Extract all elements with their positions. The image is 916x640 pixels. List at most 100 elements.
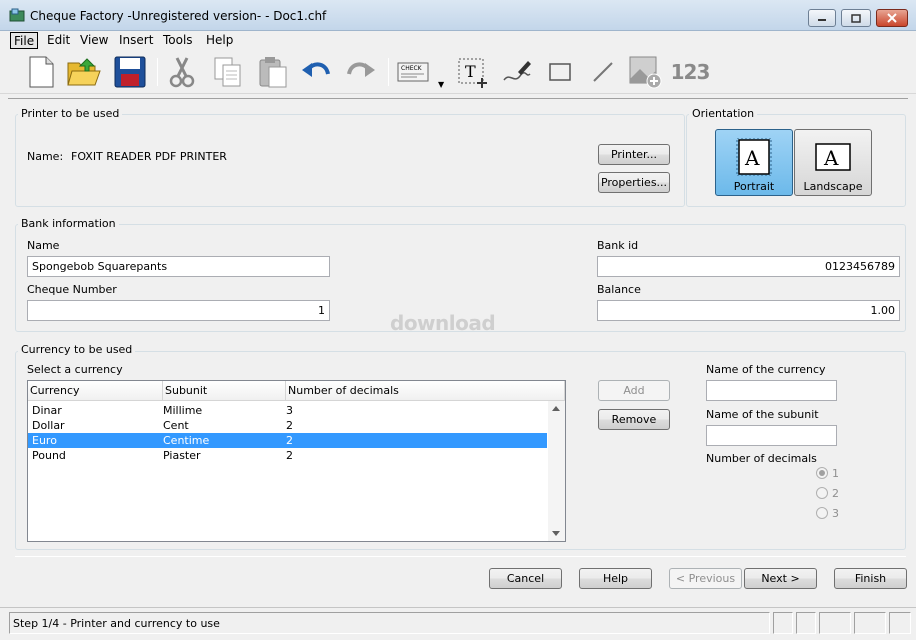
help-button[interactable]: Help: [579, 568, 652, 589]
currency-cell-subunit: Millime: [163, 404, 203, 417]
open-button[interactable]: [66, 54, 102, 90]
portrait-icon: A: [736, 138, 772, 176]
number-icon: 123: [670, 60, 711, 84]
cancel-button[interactable]: Cancel: [489, 568, 562, 589]
column-decimals[interactable]: Number of decimals: [286, 381, 565, 401]
bank-id-label: Bank id: [597, 239, 639, 252]
currency-cell-subunit: Piaster: [163, 449, 201, 462]
decimals-radio-2[interactable]: [816, 487, 828, 499]
status-pane: [854, 612, 886, 634]
bank-id-field[interactable]: 0123456789: [597, 256, 900, 277]
undo-button[interactable]: [298, 54, 334, 90]
currency-cell-currency: Dinar: [32, 404, 62, 417]
currency-cell-currency: Dollar: [32, 419, 65, 432]
currency-row[interactable]: Euro Centime 2: [28, 433, 547, 448]
number-button[interactable]: 123: [670, 54, 711, 90]
decimals-radio-3-label: 3: [832, 507, 839, 520]
printer-name-label: Name:: [27, 150, 64, 163]
paste-icon: [259, 57, 287, 88]
menu-file[interactable]: File: [10, 32, 39, 49]
column-currency[interactable]: Currency: [28, 381, 163, 401]
currency-list-body: Dinar Millime 3 Dollar Cent 2 Euro Centime 2 Poun…: [28, 403, 547, 463]
currency-cell-decimals: 2: [286, 419, 293, 432]
cheque-button[interactable]: CHECK: [396, 54, 432, 90]
rectangle-icon: [549, 63, 571, 81]
decimals-radio-1[interactable]: [816, 467, 828, 479]
signature-button[interactable]: [498, 54, 534, 90]
redo-button[interactable]: [343, 54, 379, 90]
portrait-button[interactable]: A Portrait: [715, 129, 793, 196]
printer-group-label: Printer to be used: [18, 107, 123, 120]
new-button[interactable]: [23, 54, 59, 90]
menu-insert[interactable]: Insert: [116, 32, 156, 49]
bank-group-label: Bank information: [18, 217, 119, 230]
scroll-down-icon[interactable]: [552, 531, 560, 536]
menu-help[interactable]: Help: [203, 32, 236, 49]
currency-row[interactable]: Dollar Cent 2: [28, 418, 547, 433]
minimize-icon: [818, 19, 826, 21]
new-icon: [29, 56, 54, 88]
decimals-label: Number of decimals: [706, 452, 817, 465]
image-button[interactable]: [627, 54, 663, 90]
cut-button[interactable]: [164, 54, 200, 90]
landscape-button[interactable]: A Landscape: [794, 129, 872, 196]
next-button[interactable]: Next >: [744, 568, 817, 589]
copy-button[interactable]: [210, 54, 246, 90]
minimize-button[interactable]: [808, 9, 836, 27]
line-button[interactable]: [585, 54, 621, 90]
balance-field[interactable]: 1.00: [597, 300, 900, 321]
line-icon: [593, 62, 613, 82]
select-currency-label: Select a currency: [27, 363, 123, 376]
text-tool-button[interactable]: T: [455, 54, 491, 90]
finish-button[interactable]: Finish: [834, 568, 907, 589]
menu-edit[interactable]: Edit: [44, 32, 73, 49]
cheque-dropdown-icon[interactable]: ▼: [438, 80, 444, 89]
printer-name-value: FOXIT READER PDF PRINTER: [71, 150, 227, 163]
paste-button[interactable]: [255, 54, 291, 90]
balance-label: Balance: [597, 283, 641, 296]
maximize-button[interactable]: [841, 9, 871, 27]
toolbar: CHECK ▼ T 123: [0, 50, 916, 94]
close-button[interactable]: [876, 9, 908, 27]
menu-view[interactable]: View: [77, 32, 111, 49]
subunit-name-field[interactable]: [706, 425, 837, 446]
status-pane: [773, 612, 793, 634]
remove-currency-button[interactable]: Remove: [598, 409, 670, 430]
currency-cell-decimals: 3: [286, 404, 293, 417]
bank-name-label: Name: [27, 239, 60, 252]
status-pane: [819, 612, 851, 634]
currency-cell-subunit: Centime: [163, 434, 210, 447]
window-title: Cheque Factory -Unregistered version- - …: [30, 9, 327, 23]
redo-icon: [347, 62, 375, 77]
currency-list[interactable]: Currency Subunit Number of decimals Dina…: [27, 380, 566, 542]
decimals-radio-3[interactable]: [816, 507, 828, 519]
currency-row[interactable]: Pound Piaster 2: [28, 448, 547, 463]
open-icon: [67, 58, 101, 86]
currency-cell-currency: Pound: [32, 449, 66, 462]
rectangle-button[interactable]: [542, 54, 578, 90]
scroll-up-icon[interactable]: [552, 406, 560, 411]
column-subunit[interactable]: Subunit: [163, 381, 286, 401]
decimals-radio-2-label: 2: [832, 487, 839, 500]
wizard-divider: [15, 556, 906, 557]
currency-row[interactable]: Dinar Millime 3: [28, 403, 547, 418]
save-button[interactable]: [112, 54, 148, 90]
printer-button[interactable]: Printer...: [598, 144, 670, 165]
add-currency-button[interactable]: Add: [598, 380, 670, 401]
svg-text:A: A: [823, 146, 839, 170]
cheque-number-field[interactable]: 1: [27, 300, 330, 321]
previous-button[interactable]: < Previous: [669, 568, 742, 589]
signature-icon: [503, 61, 531, 81]
save-icon: [114, 56, 146, 88]
properties-button[interactable]: Properties...: [598, 172, 670, 193]
maximize-icon: [851, 13, 861, 23]
status-bar: Step 1/4 - Printer and currency to use: [0, 607, 916, 640]
image-icon: [629, 56, 662, 89]
bank-name-field[interactable]: Spongebob Squarepants: [27, 256, 330, 277]
currency-group-label: Currency to be used: [18, 343, 136, 356]
menu-tools[interactable]: Tools: [160, 32, 196, 49]
list-scrollbar[interactable]: [548, 401, 565, 541]
currency-name-field[interactable]: [706, 380, 837, 401]
app-icon: [9, 8, 25, 22]
watermark: download: [390, 311, 496, 335]
